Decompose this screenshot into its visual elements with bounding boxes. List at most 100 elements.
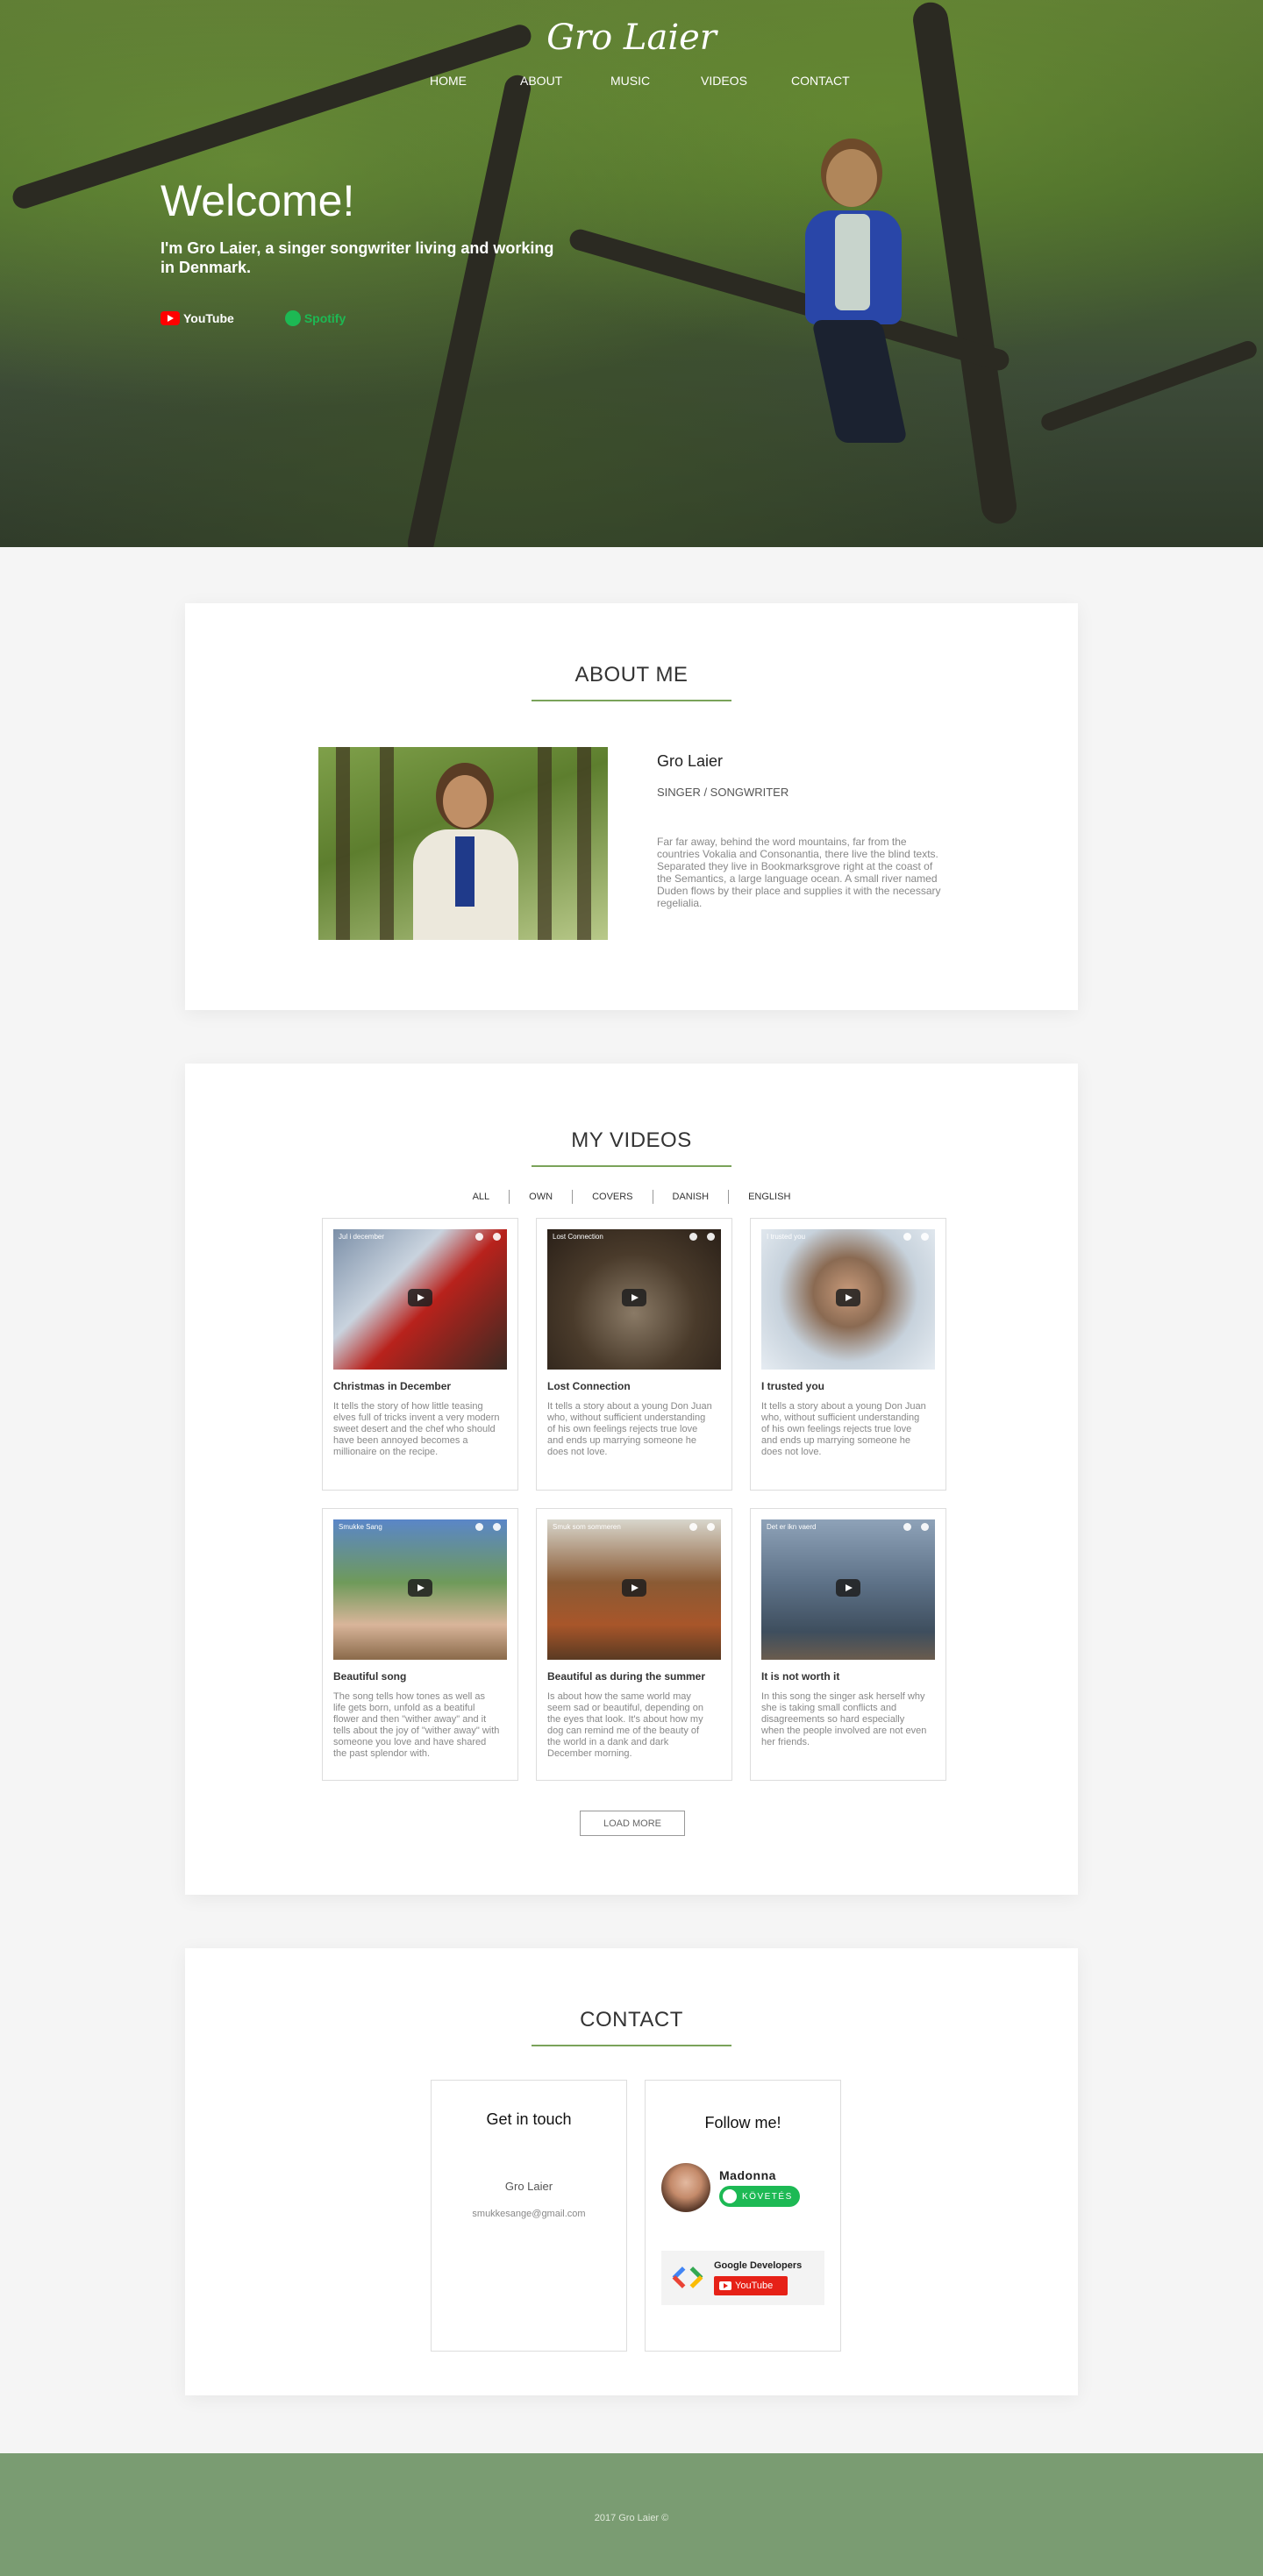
watch-later-icon[interactable]	[475, 1233, 483, 1241]
video-card: Jul i december Christmas in December It …	[322, 1218, 518, 1491]
youtube-icon	[719, 2281, 731, 2290]
follow-box: Follow me! Madonna KÖVETÉS Google Develo…	[645, 2080, 841, 2352]
video-player[interactable]: Smukke Sang	[333, 1519, 507, 1660]
youtube-link[interactable]: YouTube	[161, 311, 234, 325]
spotify-follow-widget: Madonna KÖVETÉS	[661, 2163, 800, 2212]
google-developers-logo-icon	[668, 2262, 707, 2294]
video-description: It tells a story about a young Don Juan …	[761, 1401, 926, 1457]
youtube-button-label: YouTube	[735, 2281, 774, 2291]
video-player[interactable]: Det er ikn vaerd	[761, 1519, 935, 1660]
play-icon[interactable]	[622, 1289, 646, 1306]
video-card: Det er ikn vaerd It is not worth it In t…	[750, 1508, 946, 1781]
tree-trunk	[405, 73, 533, 547]
spotify-label: Spotify	[303, 311, 346, 325]
get-in-touch-box: Get in touch Gro Laier smukkesange@gmail…	[431, 2080, 627, 2352]
footer: 2017 Gro Laier ©	[0, 2453, 1263, 2576]
watch-later-icon[interactable]	[689, 1523, 697, 1531]
video-player[interactable]: Smuk som sommeren	[547, 1519, 721, 1660]
play-icon[interactable]	[408, 1579, 432, 1597]
hero-section: Gro Laier HOME ABOUT MUSIC VIDEOS CONTAC…	[0, 0, 1263, 547]
about-photo	[318, 747, 608, 940]
videos-title: MY VIDEOS	[571, 1128, 692, 1152]
spotify-follow-button[interactable]: KÖVETÉS	[719, 2186, 800, 2207]
watch-later-icon[interactable]	[475, 1523, 483, 1531]
tree-trunk	[910, 0, 1019, 526]
get-in-touch-heading: Get in touch	[486, 2110, 572, 2128]
filter-english[interactable]: ENGLISH	[729, 1190, 810, 1204]
play-icon[interactable]	[836, 1579, 860, 1597]
videos-section: MY VIDEOS ALL OWN COVERS DANISH ENGLISH …	[185, 1064, 1078, 1895]
play-icon[interactable]	[836, 1289, 860, 1306]
load-more-button[interactable]: LOAD MORE	[580, 1811, 685, 1836]
spotify-link[interactable]: Spotify	[284, 310, 346, 326]
title-underline	[532, 2045, 731, 2046]
youtube-subscribe-button[interactable]: YouTube	[714, 2276, 788, 2295]
video-player[interactable]: Lost Connection	[547, 1229, 721, 1370]
youtube-channel-name[interactable]: Google Developers	[714, 2260, 802, 2271]
share-icon[interactable]	[493, 1523, 501, 1531]
video-title: It is not worth it	[761, 1670, 840, 1683]
contact-email[interactable]: smukkesange@gmail.com	[432, 2209, 626, 2219]
youtube-label: YouTube	[183, 311, 234, 325]
nav-home[interactable]: HOME	[430, 74, 520, 88]
nav-music[interactable]: MUSIC	[610, 74, 701, 88]
spotify-artist-name[interactable]: Madonna	[719, 2168, 800, 2182]
about-section: ABOUT ME Gro Laier SINGER / SONGWRITER F…	[185, 603, 1078, 1010]
video-player[interactable]: I trusted you	[761, 1229, 935, 1370]
watch-later-icon[interactable]	[903, 1523, 911, 1531]
follow-heading: Follow me!	[704, 2114, 781, 2131]
contact-section: CONTACT Get in touch Gro Laier smukkesan…	[185, 1948, 1078, 2395]
welcome-heading: Welcome!	[161, 176, 355, 225]
video-grid: Jul i december Christmas in December It …	[322, 1218, 946, 1781]
avatar	[661, 2163, 710, 2212]
video-title: Lost Connection	[547, 1380, 631, 1392]
share-icon[interactable]	[921, 1523, 929, 1531]
watch-later-icon[interactable]	[903, 1233, 911, 1241]
social-links: YouTube Spotify	[161, 310, 346, 326]
welcome-subheading: I'm Gro Laier, a singer songwriter livin…	[161, 239, 554, 276]
about-text: Far far away, behind the word mountains,…	[657, 836, 941, 909]
play-icon[interactable]	[408, 1289, 432, 1306]
video-card: Lost Connection Lost Connection It tells…	[536, 1218, 732, 1491]
video-description: In this song the singer ask herself why …	[761, 1691, 927, 1747]
video-title: I trusted you	[761, 1380, 825, 1392]
follow-label: KÖVETÉS	[742, 2191, 793, 2202]
filter-own[interactable]: OWN	[510, 1190, 574, 1204]
watch-later-icon[interactable]	[689, 1233, 697, 1241]
share-icon[interactable]	[921, 1233, 929, 1241]
video-description: It tells the story of how little teasing…	[333, 1401, 500, 1457]
title-underline	[532, 1165, 731, 1167]
main-nav: HOME ABOUT MUSIC VIDEOS CONTACT	[430, 74, 881, 88]
nav-contact[interactable]: CONTACT	[791, 74, 881, 88]
title-underline	[532, 700, 731, 701]
welcome-block: Welcome! I'm Gro Laier, a singer songwri…	[161, 175, 564, 277]
filter-covers[interactable]: COVERS	[573, 1190, 653, 1204]
video-title: Beautiful as during the summer	[547, 1670, 706, 1683]
about-name: Gro Laier	[657, 752, 724, 770]
play-icon[interactable]	[622, 1579, 646, 1597]
tree-branch	[1038, 338, 1259, 433]
nav-about[interactable]: ABOUT	[520, 74, 610, 88]
video-card: Smukke Sang Beautiful song The song tell…	[322, 1508, 518, 1781]
site-title[interactable]: Gro Laier	[0, 18, 1263, 58]
nav-videos[interactable]: VIDEOS	[701, 74, 791, 88]
share-icon[interactable]	[493, 1233, 501, 1241]
about-title: ABOUT ME	[574, 663, 689, 687]
filter-all[interactable]: ALL	[453, 1190, 510, 1204]
video-card: Smuk som sommeren Beautiful as during th…	[536, 1508, 732, 1781]
share-icon[interactable]	[707, 1523, 715, 1531]
video-card: I trusted you I trusted you It tells a s…	[750, 1218, 946, 1491]
video-filters: ALL OWN COVERS DANISH ENGLISH	[185, 1190, 1078, 1204]
video-description: The song tells how tones as well as life…	[333, 1691, 500, 1759]
spotify-icon	[284, 310, 301, 326]
filter-danish[interactable]: DANISH	[653, 1190, 730, 1204]
footer-copyright: 2017 Gro Laier ©	[594, 2513, 669, 2523]
share-icon[interactable]	[707, 1233, 715, 1241]
video-description: It tells a story about a young Don Juan …	[547, 1401, 712, 1457]
video-title: Christmas in December	[333, 1380, 452, 1392]
video-player[interactable]: Jul i december	[333, 1229, 507, 1370]
video-description: Is about how the same world may seem sad…	[547, 1691, 703, 1759]
video-title: Beautiful song	[333, 1670, 407, 1683]
contact-title: CONTACT	[580, 2008, 683, 2032]
hero-person	[789, 149, 921, 447]
